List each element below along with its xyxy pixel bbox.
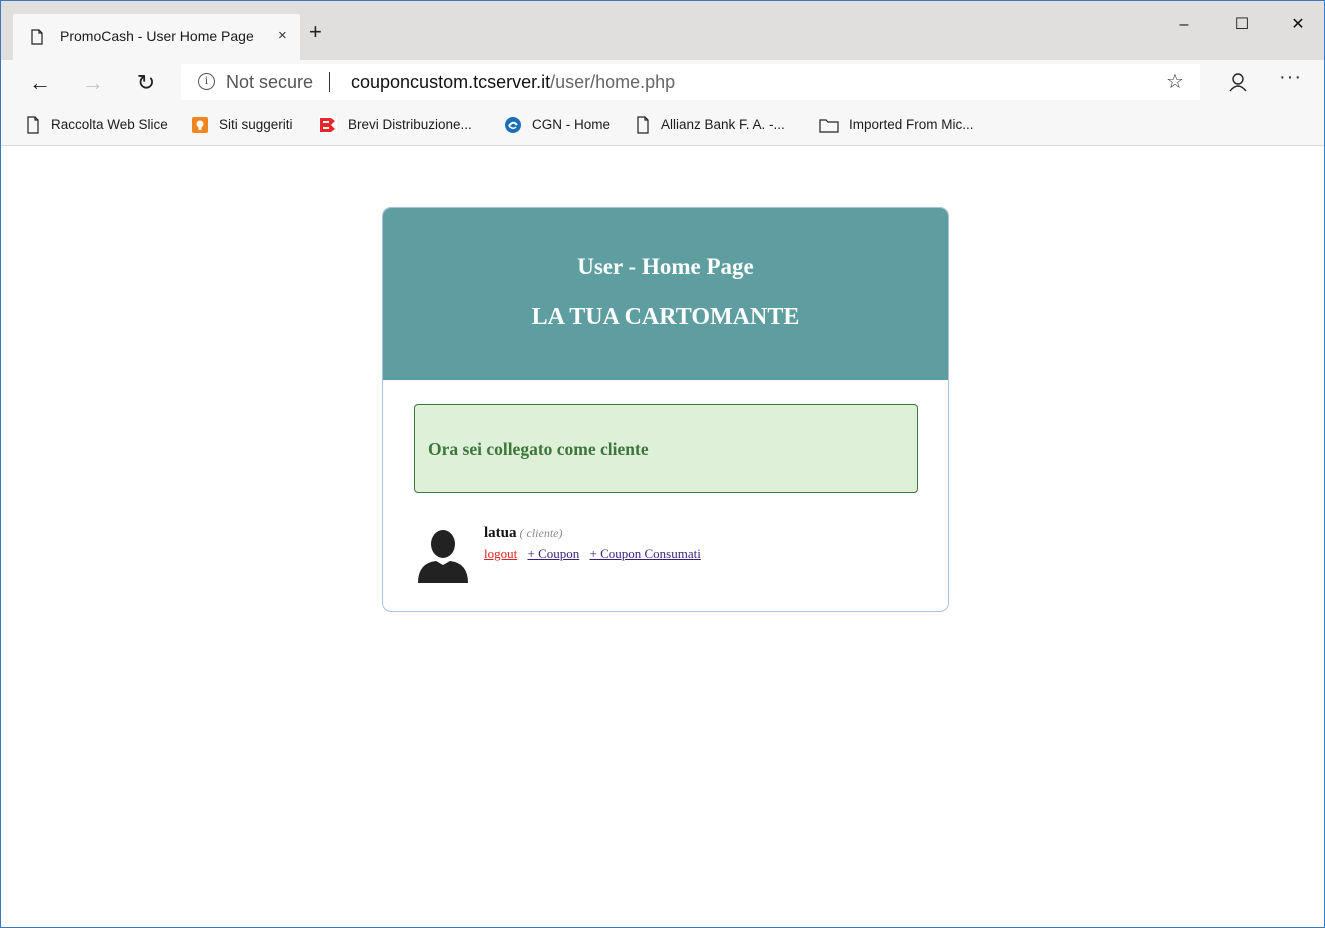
favorite-label: CGN - Home	[532, 117, 611, 132]
favorite-siti-suggeriti[interactable]: Siti suggeriti	[191, 115, 293, 135]
user-avatar-icon	[414, 525, 472, 583]
navigation-bar: ← → ↻ i Not secure couponcustom.tcserver…	[1, 60, 1324, 105]
favorite-imported-folder[interactable]: Imported From Mic...	[819, 115, 974, 135]
favorite-label: Imported From Mic...	[849, 117, 974, 132]
user-role: ( cliente)	[519, 526, 563, 540]
profile-icon[interactable]	[1223, 68, 1253, 98]
url-host: couponcustom.tcserver.it	[351, 72, 551, 92]
page-icon	[27, 116, 39, 135]
new-tab-button[interactable]: +	[309, 21, 322, 43]
alert-text: Ora sei collegato come cliente	[428, 439, 649, 459]
user-home-card: User - Home Page LA TUA CARTOMANTE Ora s…	[382, 207, 949, 612]
suggested-sites-icon	[192, 117, 208, 134]
logout-link[interactable]: logout	[484, 546, 517, 561]
favorite-label: Raccolta Web Slice	[51, 117, 168, 132]
close-window-button[interactable]: ✕	[1275, 9, 1321, 41]
active-tab[interactable]: PromoCash - User Home Page ×	[13, 14, 300, 60]
favorite-raccolta-web-slice[interactable]: Raccolta Web Slice	[25, 115, 168, 135]
address-bar[interactable]: i Not secure couponcustom.tcserver.it/us…	[181, 64, 1200, 100]
favorite-label: Brevi Distribuzione...	[348, 117, 472, 132]
favorite-label: Siti suggeriti	[219, 117, 293, 132]
url-text[interactable]: couponcustom.tcserver.it/user/home.php	[351, 72, 675, 93]
page-subtitle: LA TUA CARTOMANTE	[531, 304, 800, 330]
minimize-button[interactable]: –	[1161, 9, 1207, 41]
url-path: /user/home.php	[550, 72, 676, 92]
back-button[interactable]: ←	[25, 68, 55, 98]
page-icon	[637, 116, 649, 135]
maximize-button[interactable]: ☐	[1219, 9, 1265, 41]
add-coupon-link[interactable]: + Coupon	[527, 546, 579, 561]
refresh-button[interactable]: ↻	[131, 68, 161, 98]
user-links: logout + Coupon + Coupon Consumati	[484, 546, 708, 562]
success-alert: Ora sei collegato come cliente	[414, 404, 918, 493]
favorite-cgn-home[interactable]: CGN - Home	[504, 115, 610, 135]
username-text: latua	[484, 525, 517, 541]
tab-title: PromoCash - User Home Page	[60, 28, 254, 44]
cgn-logo-icon	[505, 117, 521, 134]
browser-window: PromoCash - User Home Page × + – ☐ ✕ ← →…	[0, 0, 1325, 928]
page-icon	[31, 29, 43, 45]
favorite-label: Allianz Bank F. A. -...	[661, 117, 785, 132]
address-separator	[329, 72, 330, 92]
favorite-brevi-distribuzione[interactable]: Brevi Distribuzione...	[318, 115, 472, 135]
coupon-used-link[interactable]: + Coupon Consumati	[590, 546, 701, 561]
page-title: User - Home Page	[577, 254, 754, 279]
favorites-bar: Raccolta Web Slice Siti suggeriti Brevi …	[1, 105, 1324, 146]
card-header: User - Home Page LA TUA CARTOMANTE	[383, 208, 948, 380]
tab-bar: PromoCash - User Home Page × + – ☐ ✕	[1, 1, 1324, 60]
forward-button[interactable]: →	[78, 68, 108, 98]
favorite-star-icon[interactable]: ☆	[1166, 69, 1184, 94]
favorite-allianz-bank[interactable]: Allianz Bank F. A. -...	[635, 115, 785, 135]
tab-close-icon[interactable]: ×	[278, 27, 287, 44]
info-icon[interactable]: i	[198, 73, 215, 90]
username: latua( cliente)	[484, 525, 563, 542]
brevi-logo-icon	[319, 117, 337, 134]
folder-icon	[819, 119, 839, 134]
security-label[interactable]: Not secure	[226, 72, 313, 93]
more-menu-button[interactable]: ···	[1279, 66, 1302, 89]
